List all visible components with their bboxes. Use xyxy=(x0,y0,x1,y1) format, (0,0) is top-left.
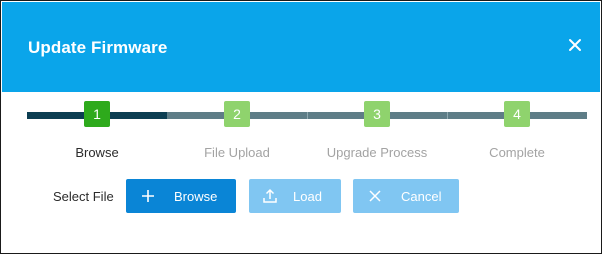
step-4-label: Complete xyxy=(489,145,545,160)
load-button-label: Load xyxy=(293,188,322,204)
step-3-label: Upgrade Process xyxy=(326,145,428,160)
stepper-track-divider xyxy=(307,112,308,119)
upload-icon xyxy=(262,188,278,204)
plus-icon xyxy=(140,189,156,203)
load-button[interactable]: Load xyxy=(249,179,341,213)
step-3-number: 3 xyxy=(364,101,390,127)
cancel-button-label: Cancel xyxy=(401,188,442,204)
step-4-number: 4 xyxy=(504,101,530,127)
close-icon xyxy=(368,190,382,202)
step-1-label: Browse xyxy=(75,145,119,160)
step-1-number: 1 xyxy=(84,101,110,127)
close-dialog-button[interactable] xyxy=(562,32,588,58)
cancel-button[interactable]: Cancel xyxy=(353,179,459,213)
select-file-label: Select File xyxy=(53,189,114,204)
browse-button[interactable]: Browse xyxy=(126,179,236,213)
browse-button-label: Browse xyxy=(174,188,218,204)
dialog-header: Update Firmware xyxy=(2,2,600,92)
step-2-number: 2 xyxy=(224,101,250,127)
stepper-track-divider xyxy=(447,112,448,119)
update-firmware-dialog: Update Firmware 1 2 3 4 Browse File Uplo… xyxy=(0,0,602,254)
dialog-title: Update Firmware xyxy=(28,38,168,57)
close-icon xyxy=(569,39,581,51)
step-2-label: File Upload xyxy=(204,145,270,160)
